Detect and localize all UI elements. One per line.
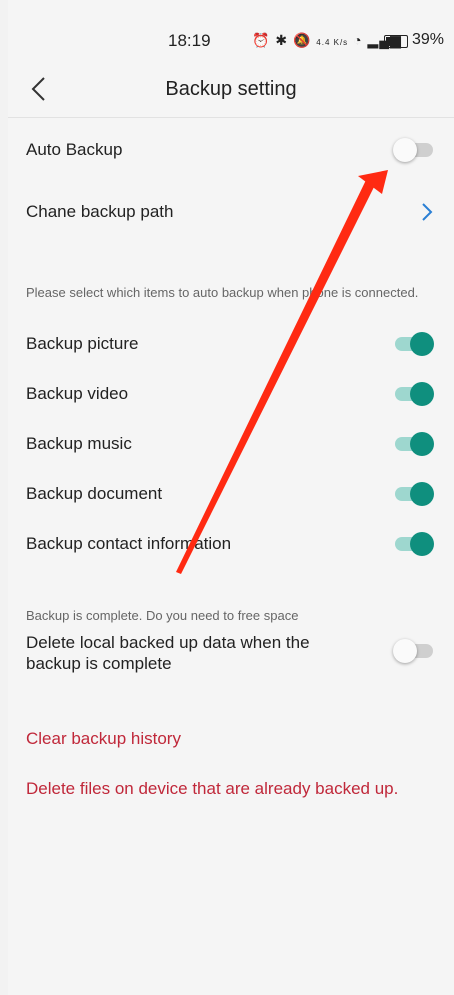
backup-path-label: Chane backup path (26, 202, 174, 221)
battery-icon (384, 35, 408, 48)
item-row[interactable]: Backup picture (8, 322, 454, 366)
backup-picture-toggle[interactable] (391, 330, 435, 356)
free-space-row (8, 629, 454, 673)
alarm-icon: ⏰ (252, 32, 271, 48)
item-label: Backup video (26, 384, 129, 403)
battery-percent: 39% (412, 31, 445, 48)
auto-backup-toggle[interactable] (391, 136, 435, 162)
toggle-knob (410, 382, 434, 406)
item-row[interactable]: Backup music (8, 422, 454, 466)
status-icons: ⏰ ✱ 🔕 4.4 K/s ◔ ▂▄▆ (252, 32, 402, 49)
mute-icon: 🔕 (292, 32, 312, 48)
free-space-toggle[interactable] (391, 637, 435, 663)
auto-backup-row[interactable]: Auto Backup (8, 128, 454, 172)
toggle-knob (410, 432, 434, 456)
toggle-knob (410, 482, 434, 506)
status-time: 18:19 (168, 31, 211, 50)
screen: 18:19 ⏰ ✱ 🔕 4.4 K/s ◔ ▂▄▆ 39% Backup set… (8, 0, 454, 995)
backup-document-toggle[interactable] (391, 480, 435, 506)
auto-backup-label: Auto Backup (26, 140, 123, 159)
header: Backup setting (8, 70, 454, 110)
backup-video-toggle[interactable] (391, 380, 435, 406)
backup-music-toggle[interactable] (391, 430, 435, 456)
item-label: Backup music (26, 434, 132, 453)
item-row[interactable]: Backup contact information (8, 522, 454, 566)
divider (8, 117, 454, 118)
backup-contact-toggle[interactable] (391, 530, 435, 556)
backup-path-row[interactable]: Chane backup path (8, 190, 454, 234)
toggle-knob (410, 332, 434, 356)
free-space-hint: Backup is complete. Do you need to free … (26, 608, 299, 623)
delete-backed-files-link[interactable]: Delete files on device that are already … (26, 779, 398, 799)
toggle-knob (393, 138, 417, 162)
page-title: Backup setting (165, 78, 297, 100)
clear-history-link[interactable]: Clear backup history (26, 729, 181, 749)
wifi-icon: ◔ (353, 32, 363, 48)
item-row[interactable]: Backup video (8, 372, 454, 416)
net-speed: 4.4 K/s (316, 38, 349, 47)
item-label: Backup document (26, 484, 163, 503)
status-bar: 18:19 ⏰ ✱ 🔕 4.4 K/s ◔ ▂▄▆ 39% (8, 28, 454, 56)
item-row[interactable]: Backup document (8, 472, 454, 516)
toggle-knob (410, 532, 434, 556)
battery-level (386, 37, 394, 46)
bluetooth-icon: ✱ (275, 32, 289, 48)
chevron-right-icon (422, 203, 433, 221)
item-label: Backup contact information (26, 534, 232, 553)
items-hint: Please select which items to auto backup… (26, 285, 419, 300)
item-label: Backup picture (26, 334, 139, 353)
toggle-knob (393, 639, 417, 663)
